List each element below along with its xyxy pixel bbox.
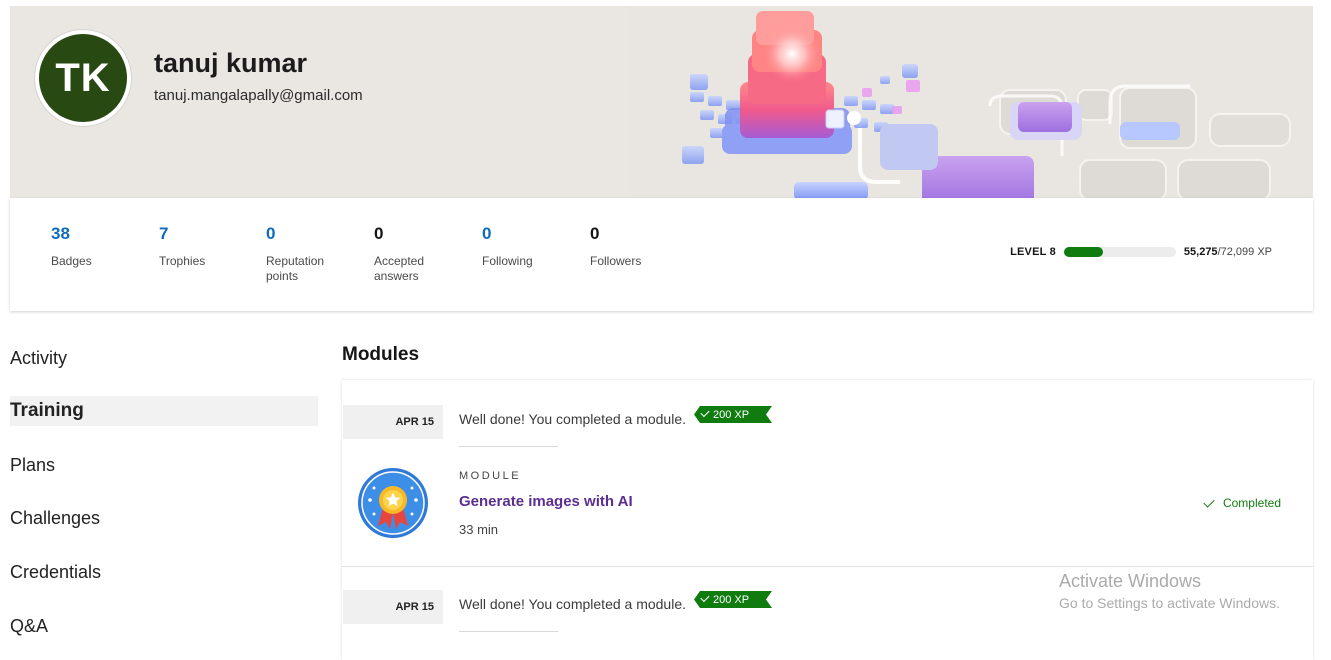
stat-value: 0	[266, 224, 276, 243]
date-chip: APR 15	[343, 590, 443, 624]
xp-badge: 200 XP	[694, 591, 772, 608]
stat-value: 0	[482, 224, 492, 243]
nav-item-challenges[interactable]: Challenges	[10, 503, 318, 533]
check-icon	[700, 593, 709, 602]
profile-email: tanuj.mangalapally@gmail.com	[154, 87, 363, 104]
banner-illustration	[630, 6, 1313, 198]
nav-item-activity[interactable]: Activity	[10, 343, 318, 373]
stat-label: Accepted answers	[374, 254, 425, 283]
nav-item-training[interactable]: Training	[10, 396, 318, 426]
stat-value: 0	[374, 224, 384, 243]
stat-label: Followers	[590, 254, 642, 268]
avatar-initials: TK	[55, 55, 111, 100]
modules-list: APR 15 Well done! You completed a module…	[342, 380, 1313, 660]
xp-progress-bar	[1063, 247, 1176, 257]
stat-accepted-answers: 0 Accepted answers	[374, 224, 438, 284]
xp-progress-fill	[1063, 247, 1104, 257]
stat-trophies[interactable]: 7 Trophies	[159, 224, 249, 269]
xp-total: /72,099 XP	[1217, 246, 1272, 258]
completion-message: Well done! You completed a module.	[459, 596, 687, 612]
watermark-subtitle: Go to Settings to activate Windows.	[1059, 595, 1280, 611]
check-icon	[700, 408, 709, 417]
stat-badges[interactable]: 38 Badges	[51, 224, 141, 269]
profile-banner: TK tanuj kumar tanuj.mangalapally@gmail.…	[10, 6, 1313, 198]
stat-label: Following	[482, 254, 533, 268]
entry-divider	[342, 566, 1313, 567]
status-badge: Completed	[1203, 495, 1281, 510]
xp-current: 55,275	[1183, 246, 1218, 258]
stat-value: 7	[159, 224, 169, 243]
module-kicker: MODULE	[459, 470, 522, 482]
divider	[459, 446, 558, 447]
xp-badge-label: 200 XP	[713, 408, 750, 421]
stat-label: Trophies	[159, 254, 206, 268]
profile-stats-bar: 38 Badges 7 Trophies 0 Reputation points…	[10, 198, 1313, 311]
avatar[interactable]: TK	[35, 30, 131, 126]
nav-item-plans[interactable]: Plans	[10, 450, 318, 480]
nav-item-qa[interactable]: Q&A	[10, 611, 318, 641]
windows-activation-watermark: Activate Windows Go to Settings to activ…	[1059, 571, 1280, 611]
xp-badge-label: 200 XP	[713, 593, 750, 606]
completion-message: Well done! You completed a module.	[459, 411, 687, 427]
level-label: LEVEL 8	[1010, 246, 1056, 258]
stat-label: Reputation points	[266, 254, 325, 283]
checkmark-icon	[1203, 495, 1215, 508]
stat-followers: 0 Followers	[590, 224, 680, 269]
award-medal-icon	[358, 468, 428, 538]
profile-name: tanuj kumar	[154, 48, 308, 78]
stat-value: 38	[51, 224, 70, 243]
nav-item-credentials[interactable]: Credentials	[10, 557, 318, 587]
stat-value: 0	[590, 224, 600, 243]
watermark-title: Activate Windows	[1059, 571, 1202, 591]
stat-following[interactable]: 0 Following	[482, 224, 572, 269]
stat-reputation-points[interactable]: 0 Reputation points	[266, 224, 336, 284]
xp-badge: 200 XP	[694, 406, 772, 423]
module-title-link[interactable]: Generate images with AI	[459, 493, 633, 510]
date-chip: APR 15	[343, 405, 443, 439]
module-duration: 33 min	[459, 522, 499, 537]
section-title: Modules	[342, 344, 420, 365]
stat-label: Badges	[51, 254, 92, 268]
level-progress: LEVEL 8 55,275 /72,099 XP	[1010, 246, 1272, 258]
divider	[459, 631, 558, 632]
status-label: Completed	[1222, 496, 1281, 510]
